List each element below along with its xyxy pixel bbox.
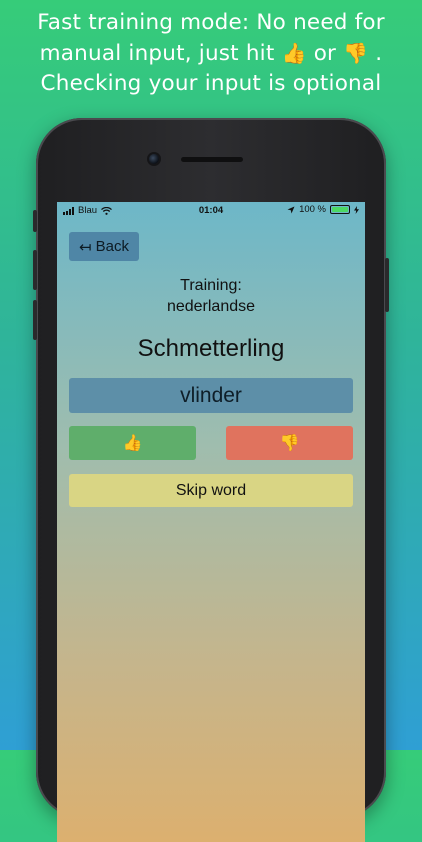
back-button-label: Back [95,238,129,255]
battery-percentage: 100 % [299,204,326,215]
thumbs-down-icon: 👎 [279,435,300,452]
thumbs-up-icon: 👍 [281,41,307,65]
status-bar-right: 100 % [287,204,359,215]
promo-headline: Fast training mode: No need for manual i… [0,8,422,99]
charging-bolt-icon [354,205,359,214]
thumbs-up-button[interactable]: 👍 [69,426,196,460]
front-camera-icon [149,154,159,164]
prompt-word: Schmetterling [137,335,285,362]
power-button [385,258,389,312]
volume-down-button [33,300,37,340]
thumbs-down-button[interactable]: 👎 [226,426,353,460]
training-label: Training: [180,277,242,294]
battery-fill [332,207,348,212]
training-header: Training: nederlandse [57,275,365,317]
thumbs-up-icon: 👍 [122,435,143,452]
promo-line-2-end: . [375,41,383,66]
back-button[interactable]: ↤ Back [69,232,139,261]
skip-word-button[interactable]: Skip word [69,474,353,507]
thumbs-down-icon: 👎 [343,41,369,65]
battery-icon [330,205,350,214]
promo-line-1: Fast training mode: No need for [37,10,385,35]
status-bar: Blau 01:04 100 % [57,202,365,218]
earpiece-speaker [181,157,243,162]
answer-field[interactable]: vlinder [69,378,353,413]
location-arrow-icon [287,206,295,213]
volume-up-button [33,250,37,290]
training-language: nederlandse [166,298,256,315]
answer-text: vlinder [180,383,242,407]
phone-screen: Blau 01:04 100 % ↤ Back Training: nederl… [57,202,365,842]
skip-word-label: Skip word [175,481,247,499]
promo-line-2-or: or [313,41,337,66]
back-arrow-icon: ↤ [79,238,92,256]
promo-line-2: manual input, just hit 👍 or 👎 . [0,38,422,69]
mute-switch [33,210,37,232]
promo-line-2-text: manual input, just hit [39,41,275,66]
promo-line-3: Checking your input is optional [40,71,382,96]
phone-frame: Blau 01:04 100 % ↤ Back Training: nederl… [33,118,389,842]
